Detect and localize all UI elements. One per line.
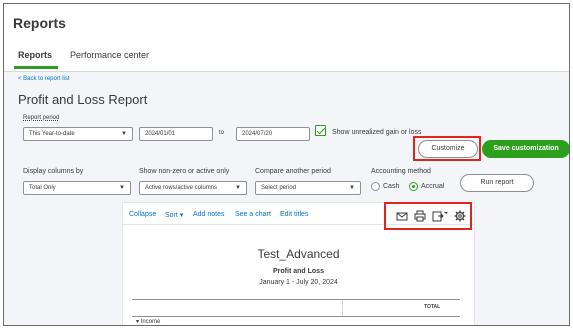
sort-label: Sort (165, 212, 178, 219)
collapse-link[interactable]: Collapse (129, 211, 156, 218)
tab-performance-center[interactable]: Performance center (70, 50, 149, 60)
gear-icon[interactable] (454, 210, 466, 222)
accounting-method-label: Accounting method (371, 168, 431, 175)
chevron-down-icon: ▼ (121, 131, 127, 137)
table-header-top-border (132, 299, 460, 300)
printer-icon[interactable] (414, 210, 426, 222)
add-notes-link[interactable]: Add notes (193, 211, 225, 218)
table-header-bottom-border (132, 316, 460, 317)
tab-reports[interactable]: Reports (18, 50, 52, 60)
end-date-value: 2024/07/20 (242, 131, 273, 137)
chevron-down-icon: ▼ (349, 185, 355, 191)
report-period-label: Report period (23, 115, 60, 121)
to-label: to (219, 130, 225, 136)
compare-period-value: Select period (261, 185, 297, 191)
end-date-input[interactable]: 2024/07/20 (236, 127, 310, 141)
cash-radio[interactable] (371, 182, 380, 191)
income-row[interactable]: ▾ Income (136, 318, 160, 325)
chevron-down-icon: ▼ (119, 185, 125, 191)
customize-button[interactable]: Customize (418, 140, 478, 158)
report-date-range: January 1 - July 20, 2024 (259, 279, 338, 286)
nonzero-label: Show non-zero or active only (139, 168, 230, 175)
accrual-radio[interactable] (409, 182, 418, 191)
report-period-value: This Year-to-date (29, 131, 75, 137)
display-columns-select[interactable]: Total Only ▼ (23, 181, 131, 195)
unrealized-gain-checkbox[interactable] (315, 125, 326, 136)
unrealized-gain-label: Show unrealized gain or loss (332, 129, 422, 136)
income-label: Income (140, 319, 161, 325)
display-columns-label: Display columns by (23, 168, 84, 175)
export-icon[interactable] (432, 210, 448, 222)
edit-titles-link[interactable]: Edit titles (280, 211, 308, 218)
app-window: Reports Reports Performance center < Bac… (3, 3, 570, 326)
start-date-input[interactable]: 2024/01/01 (139, 127, 213, 141)
accrual-label: Accrual (421, 183, 445, 190)
compare-period-label: Compare another period (255, 168, 331, 175)
caret-down-icon: ▾ (177, 212, 184, 219)
cash-label: Cash (383, 183, 400, 190)
start-date-value: 2024/01/01 (145, 131, 176, 137)
chevron-down-icon: ▼ (235, 185, 241, 191)
compare-period-select[interactable]: Select period ▼ (255, 181, 361, 195)
company-name: Test_Advanced (257, 247, 340, 261)
nonzero-value: Active rows/active columns (145, 185, 218, 191)
nonzero-select[interactable]: Active rows/active columns ▼ (139, 181, 247, 195)
back-to-report-list-link[interactable]: < Back to report list (18, 76, 70, 82)
report-title: Profit and Loss Report (18, 92, 148, 107)
tab-divider (4, 71, 569, 72)
total-column-header: TOTAL (424, 304, 441, 310)
display-columns-value: Total Only (29, 185, 56, 191)
tab-active-indicator (14, 66, 58, 69)
envelope-icon[interactable] (396, 210, 408, 222)
header (4, 4, 569, 72)
see-chart-link[interactable]: See a chart (235, 211, 271, 218)
page-title: Reports (13, 15, 66, 31)
report-name: Profit and Loss (273, 268, 324, 275)
save-customization-button[interactable]: Save customization (482, 140, 569, 158)
sort-menu[interactable]: Sort ▾ (165, 211, 183, 219)
table-header-separator (342, 300, 343, 316)
report-period-select[interactable]: This Year-to-date ▼ (23, 127, 133, 141)
run-report-button[interactable]: Run report (460, 174, 534, 192)
